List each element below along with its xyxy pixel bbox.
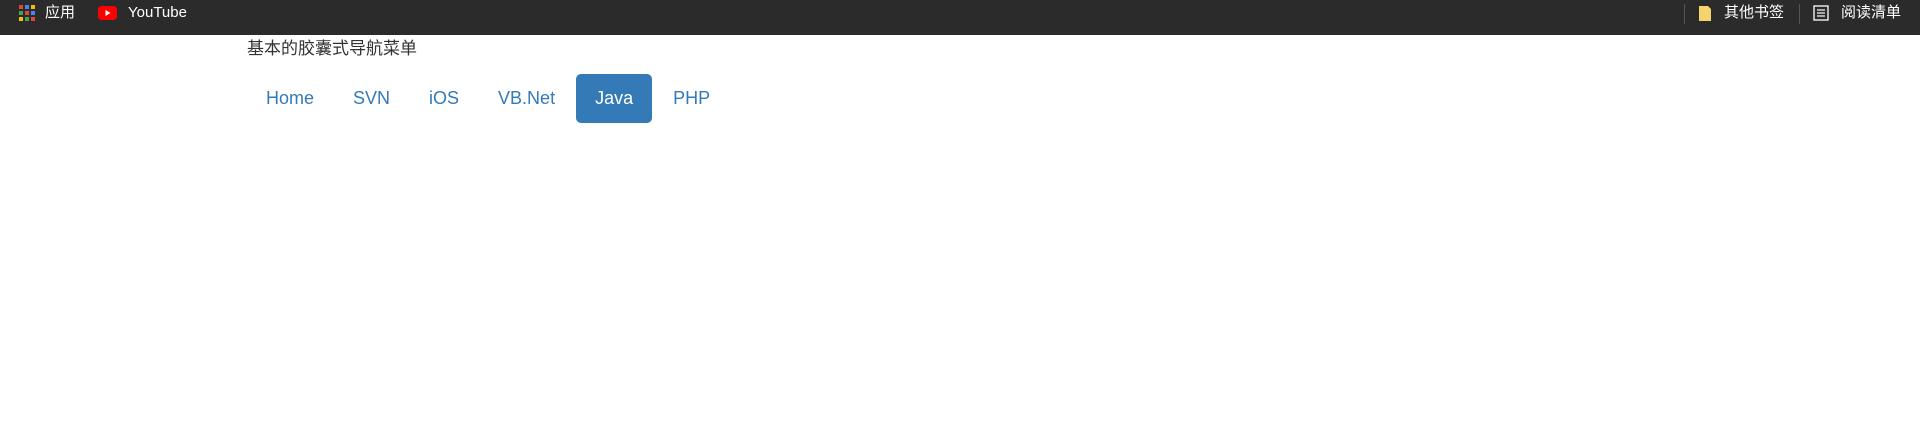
apps-bookmark[interactable]: 应用 <box>19 0 75 26</box>
folder-icon <box>1699 5 1711 21</box>
nav-pill-home[interactable]: Home <box>248 74 332 123</box>
nav-pill-java[interactable]: Java <box>576 74 653 123</box>
nav-pill-ios[interactable]: iOS <box>411 74 477 123</box>
page-content: 基本的胶囊式导航菜单 Home SVN iOS VB.Net Java PHP <box>0 35 1920 425</box>
nav-pill-php[interactable]: PHP <box>655 74 728 123</box>
apps-label: 应用 <box>45 4 76 21</box>
other-bookmarks-label: 其他书签 <box>1724 4 1785 21</box>
bookmarks-bar: 应用 YouTube 其他书签 阅读清单 <box>0 0 1920 35</box>
nav-pill-svn[interactable]: SVN <box>335 74 408 123</box>
reading-list-icon <box>1813 5 1829 21</box>
other-bookmarks-folder[interactable]: 其他书签 <box>1698 0 1784 26</box>
page-title: 基本的胶囊式导航菜单 <box>247 39 417 58</box>
nav-pills-menu: Home SVN iOS VB.Net Java PHP <box>248 74 731 123</box>
nav-pill-vbnet[interactable]: VB.Net <box>480 74 573 123</box>
apps-grid-icon <box>19 5 35 21</box>
reading-list-button[interactable]: 阅读清单 <box>1813 0 1901 26</box>
bookmarks-divider <box>1799 4 1800 24</box>
youtube-bookmark[interactable]: YouTube <box>98 0 187 26</box>
youtube-label: YouTube <box>128 4 187 21</box>
youtube-icon <box>98 6 117 20</box>
reading-list-label: 阅读清单 <box>1841 4 1902 21</box>
bookmarks-divider <box>1684 4 1685 24</box>
